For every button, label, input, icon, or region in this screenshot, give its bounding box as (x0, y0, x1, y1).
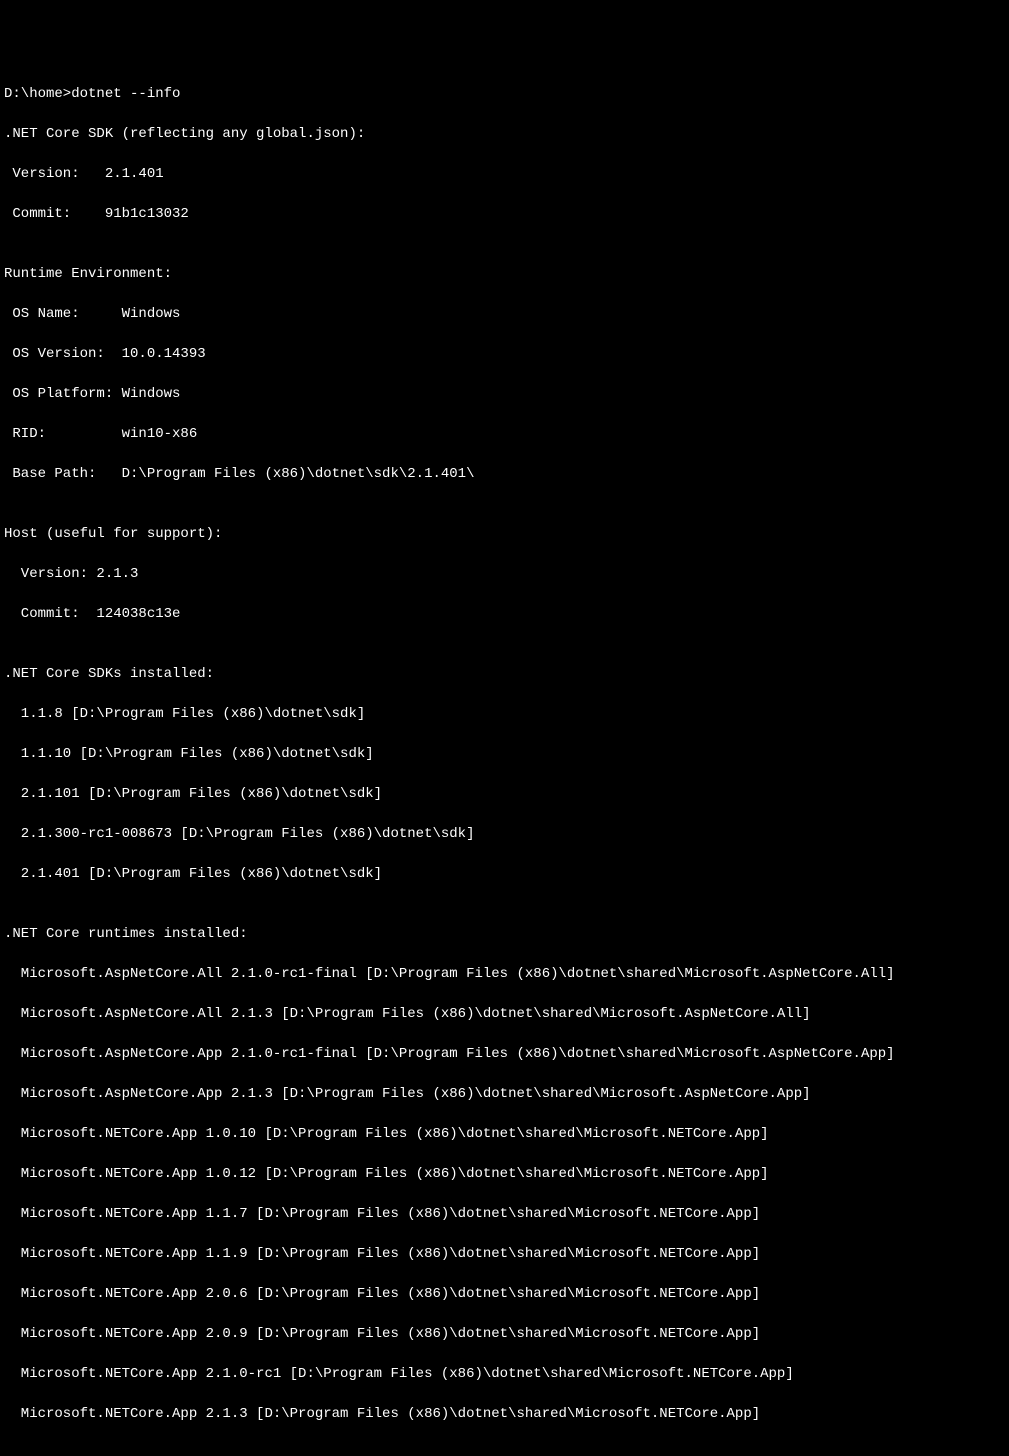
runtime-item: Microsoft.NETCore.App 2.1.0-rc1 [D:\Prog… (4, 1364, 1005, 1384)
runtime-env-header: Runtime Environment: (4, 264, 1005, 284)
runtime-item: Microsoft.NETCore.App 1.1.7 [D:\Program … (4, 1204, 1005, 1224)
host-header: Host (useful for support): (4, 524, 1005, 544)
runtime-item: Microsoft.NETCore.App 1.0.12 [D:\Program… (4, 1164, 1005, 1184)
runtime-item: Microsoft.AspNetCore.All 2.1.0-rc1-final… (4, 964, 1005, 984)
sdk-version: Version: 2.1.401 (4, 164, 1005, 184)
runtime-item: Microsoft.NETCore.App 2.0.9 [D:\Program … (4, 1324, 1005, 1344)
runtime-item: Microsoft.AspNetCore.All 2.1.3 [D:\Progr… (4, 1004, 1005, 1024)
runtime-item: Microsoft.NETCore.App 2.1.3 [D:\Program … (4, 1404, 1005, 1424)
runtime-item: Microsoft.AspNetCore.App 2.1.0-rc1-final… (4, 1044, 1005, 1064)
runtimes-installed-header: .NET Core runtimes installed: (4, 924, 1005, 944)
sdk-item: 2.1.401 [D:\Program Files (x86)\dotnet\s… (4, 864, 1005, 884)
runtime-item: Microsoft.NETCore.App 2.0.6 [D:\Program … (4, 1284, 1005, 1304)
host-commit: Commit: 124038c13e (4, 604, 1005, 624)
rid: RID: win10-x86 (4, 424, 1005, 444)
sdk-commit: Commit: 91b1c13032 (4, 204, 1005, 224)
os-platform: OS Platform: Windows (4, 384, 1005, 404)
sdk-item: 1.1.8 [D:\Program Files (x86)\dotnet\sdk… (4, 704, 1005, 724)
runtime-item: Microsoft.NETCore.App 1.1.9 [D:\Program … (4, 1244, 1005, 1264)
command-prompt-line[interactable]: D:\home>dotnet --info (4, 84, 1005, 104)
os-name: OS Name: Windows (4, 304, 1005, 324)
sdk-item: 1.1.10 [D:\Program Files (x86)\dotnet\sd… (4, 744, 1005, 764)
sdk-header: .NET Core SDK (reflecting any global.jso… (4, 124, 1005, 144)
os-version: OS Version: 10.0.14393 (4, 344, 1005, 364)
runtime-item: Microsoft.NETCore.App 1.0.10 [D:\Program… (4, 1124, 1005, 1144)
sdk-item: 2.1.300-rc1-008673 [D:\Program Files (x8… (4, 824, 1005, 844)
host-version: Version: 2.1.3 (4, 564, 1005, 584)
sdk-item: 2.1.101 [D:\Program Files (x86)\dotnet\s… (4, 784, 1005, 804)
sdks-installed-header: .NET Core SDKs installed: (4, 664, 1005, 684)
base-path: Base Path: D:\Program Files (x86)\dotnet… (4, 464, 1005, 484)
runtime-item: Microsoft.AspNetCore.App 2.1.3 [D:\Progr… (4, 1084, 1005, 1104)
